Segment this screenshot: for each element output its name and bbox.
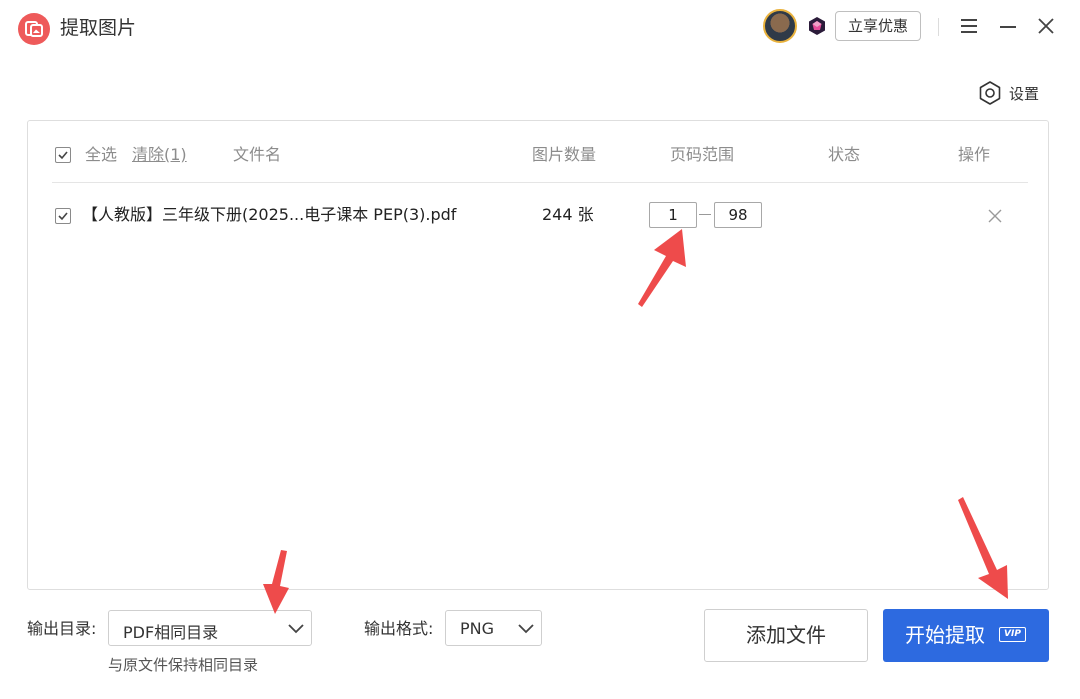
output-dir-label: 输出目录: bbox=[27, 619, 97, 638]
annotation-arrow bbox=[263, 550, 289, 614]
annotation-arrow bbox=[638, 229, 686, 307]
titlebar-divider bbox=[938, 18, 939, 36]
row-image-count: 244 张 bbox=[542, 205, 594, 224]
header-divider bbox=[52, 182, 1028, 183]
start-extract-label: 开始提取 bbox=[905, 623, 985, 647]
annotation-arrow bbox=[958, 497, 1008, 599]
output-format-value: PNG bbox=[460, 619, 495, 638]
page-range-dash bbox=[699, 214, 711, 215]
promo-button[interactable]: 立享优惠 bbox=[835, 11, 921, 41]
output-dir-hint: 与原文件保持相同目录 bbox=[108, 656, 259, 674]
column-header-status: 状态 bbox=[828, 145, 861, 164]
row-filename: 【人教版】三年级下册(2025...电子课本 PEP(3).pdf bbox=[82, 205, 457, 224]
column-header-page-range: 页码范围 bbox=[670, 145, 735, 164]
start-extract-button[interactable]: 开始提取 VIP bbox=[883, 609, 1049, 662]
select-all-label[interactable]: 全选 bbox=[85, 145, 117, 165]
file-table: 全选 清除(1) 文件名 图片数量 页码范围 状态 操作 【人教版】三年级下册(… bbox=[27, 120, 1049, 590]
close-icon[interactable] bbox=[1037, 17, 1055, 35]
clear-link[interactable]: 清除(1) bbox=[132, 145, 187, 165]
checkbox-icon bbox=[58, 212, 68, 221]
vip-diamond-icon[interactable] bbox=[807, 16, 827, 36]
minimize-icon[interactable] bbox=[1000, 26, 1016, 28]
avatar[interactable] bbox=[763, 9, 797, 43]
column-header-action: 操作 bbox=[958, 145, 991, 164]
page-end-input[interactable]: 98 bbox=[714, 202, 762, 228]
settings-label: 设置 bbox=[1009, 85, 1040, 103]
checkbox-icon bbox=[58, 151, 68, 160]
add-file-button[interactable]: 添加文件 bbox=[704, 609, 868, 662]
row-checkbox[interactable] bbox=[55, 208, 71, 224]
output-format-select[interactable]: PNG bbox=[445, 610, 542, 646]
gear-icon bbox=[979, 81, 1001, 105]
delete-row-icon[interactable] bbox=[988, 208, 1002, 223]
select-all-checkbox[interactable] bbox=[55, 147, 71, 163]
settings-button[interactable]: 设置 bbox=[977, 80, 1047, 106]
app-title: 提取图片 bbox=[60, 17, 137, 39]
output-format-label: 输出格式: bbox=[364, 619, 434, 638]
app-logo-icon bbox=[18, 13, 50, 45]
vip-tag: VIP bbox=[999, 627, 1026, 642]
output-dir-value: PDF相同目录 bbox=[123, 623, 219, 642]
chevron-down-icon bbox=[518, 624, 534, 634]
column-header-image-count: 图片数量 bbox=[532, 145, 597, 164]
menu-icon[interactable] bbox=[960, 18, 978, 34]
column-header-filename: 文件名 bbox=[233, 145, 282, 164]
chevron-down-icon bbox=[288, 624, 304, 634]
